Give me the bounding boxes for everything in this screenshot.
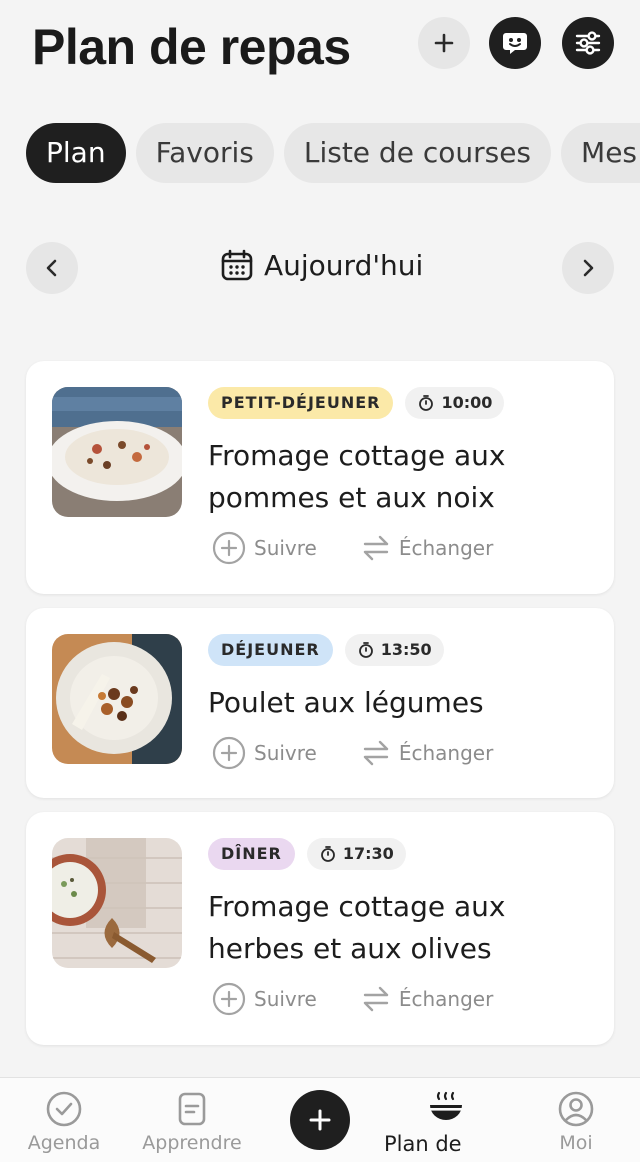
date-label: Aujourd'hui: [264, 248, 424, 282]
meal-time-label: 17:30: [342, 844, 394, 863]
page-title: Plan de repas: [32, 19, 351, 75]
nav-agenda-label: Agenda: [27, 1132, 101, 1154]
meal-type-badge: DÎNER: [208, 838, 295, 870]
steaming-bowl-icon: [430, 1091, 462, 1120]
plus-circle-icon: [212, 982, 246, 1016]
chevron-right-icon: [583, 259, 594, 277]
stopwatch-icon: [419, 395, 434, 411]
meal-title[interactable]: Fromage cottage aux herbes et aux olives: [208, 886, 588, 970]
meal-time-label: 10:00: [441, 393, 493, 412]
meal-time: 17:30: [306, 838, 406, 870]
meal-title-line: herbes et aux olives: [208, 932, 492, 965]
nav-apprendre-label: Apprendre: [142, 1132, 242, 1154]
swap-label: Échanger: [398, 987, 494, 1011]
meal-time: 13:50: [344, 634, 444, 666]
follow-button[interactable]: Suivre: [212, 982, 317, 1016]
next-day-button[interactable]: [562, 242, 614, 294]
follow-label: Suivre: [254, 987, 317, 1011]
nav-apprendre[interactable]: Apprendre: [128, 1090, 256, 1154]
swap-button[interactable]: Échanger: [361, 531, 493, 565]
nav-agenda[interactable]: Agenda: [0, 1090, 128, 1154]
meal-title[interactable]: Fromage cottage aux pommes et aux noix: [208, 435, 588, 519]
tab-mes[interactable]: Mes r: [561, 123, 640, 183]
chat-button[interactable]: [489, 17, 541, 69]
tab-liste-de-courses[interactable]: Liste de courses: [283, 123, 552, 183]
tab-bar: PlanFavorisListe de coursesMes r: [26, 123, 640, 183]
bottom-nav: Agenda Apprendre Plan de m... Moi: [0, 1077, 640, 1162]
meal-title-line: Fromage cottage aux: [208, 439, 506, 472]
chat-face-icon: [503, 33, 527, 54]
nav-moi[interactable]: Moi: [512, 1090, 640, 1154]
meal-card-breakfast[interactable]: PETIT-DÉJEUNER 10:00 Fromage cottage aux…: [26, 361, 614, 594]
check-circle-icon: [46, 1091, 82, 1127]
meal-title-line: Fromage cottage aux: [208, 890, 506, 923]
meal-time-label: 13:50: [380, 640, 432, 659]
nav-moi-label: Moi: [559, 1132, 593, 1154]
follow-label: Suivre: [254, 536, 317, 560]
meal-title[interactable]: Poulet aux légumes: [208, 682, 588, 724]
user-circle-icon: [558, 1091, 594, 1127]
meal-image: [52, 838, 182, 968]
meal-image: [52, 634, 182, 764]
meal-card-dinner[interactable]: DÎNER 17:30 Fromage cottage aux herbes e…: [26, 812, 614, 1045]
note-icon: [178, 1092, 206, 1126]
follow-button[interactable]: Suivre: [212, 531, 317, 565]
swap-arrows-icon: [363, 986, 389, 1012]
swap-arrows-icon: [363, 535, 389, 561]
swap-label: Échanger: [398, 536, 494, 560]
nav-plan-de-repas-label: Plan de m...: [384, 1132, 462, 1162]
plus-icon: [434, 33, 454, 53]
swap-button[interactable]: Échanger: [361, 736, 493, 770]
add-button[interactable]: [418, 17, 470, 69]
nav-plan-de-repas[interactable]: Plan de m...: [384, 1090, 508, 1162]
follow-button[interactable]: Suivre: [212, 736, 317, 770]
stopwatch-icon: [358, 642, 373, 658]
meal-image: [52, 387, 182, 517]
plus-icon: [309, 1109, 331, 1131]
meal-title-line: Poulet aux légumes: [208, 686, 484, 719]
swap-arrows-icon: [363, 740, 389, 766]
add-fab-button[interactable]: [290, 1090, 350, 1150]
plus-circle-icon: [212, 531, 246, 565]
swap-button[interactable]: Échanger: [361, 982, 493, 1016]
tab-favoris[interactable]: Favoris: [135, 123, 274, 183]
previous-day-button[interactable]: [26, 242, 78, 294]
current-date[interactable]: Aujourd'hui: [220, 248, 423, 282]
stopwatch-icon: [320, 846, 335, 862]
meal-type-badge: PETIT-DÉJEUNER: [208, 387, 394, 419]
follow-label: Suivre: [254, 741, 317, 765]
meal-type-badge: DÉJEUNER: [208, 634, 333, 666]
tab-plan[interactable]: Plan: [26, 123, 126, 183]
meal-card-lunch[interactable]: DÉJEUNER 13:50 Poulet aux légumes Suivre…: [26, 608, 614, 798]
calendar-icon: [221, 249, 253, 281]
plus-circle-icon: [212, 736, 246, 770]
filter-button[interactable]: [562, 17, 614, 69]
swap-label: Échanger: [398, 741, 494, 765]
filter-sliders-icon: [575, 31, 601, 55]
meal-title-line: pommes et aux noix: [208, 481, 495, 514]
chevron-left-icon: [46, 259, 57, 277]
meal-time: 10:00: [405, 387, 505, 419]
